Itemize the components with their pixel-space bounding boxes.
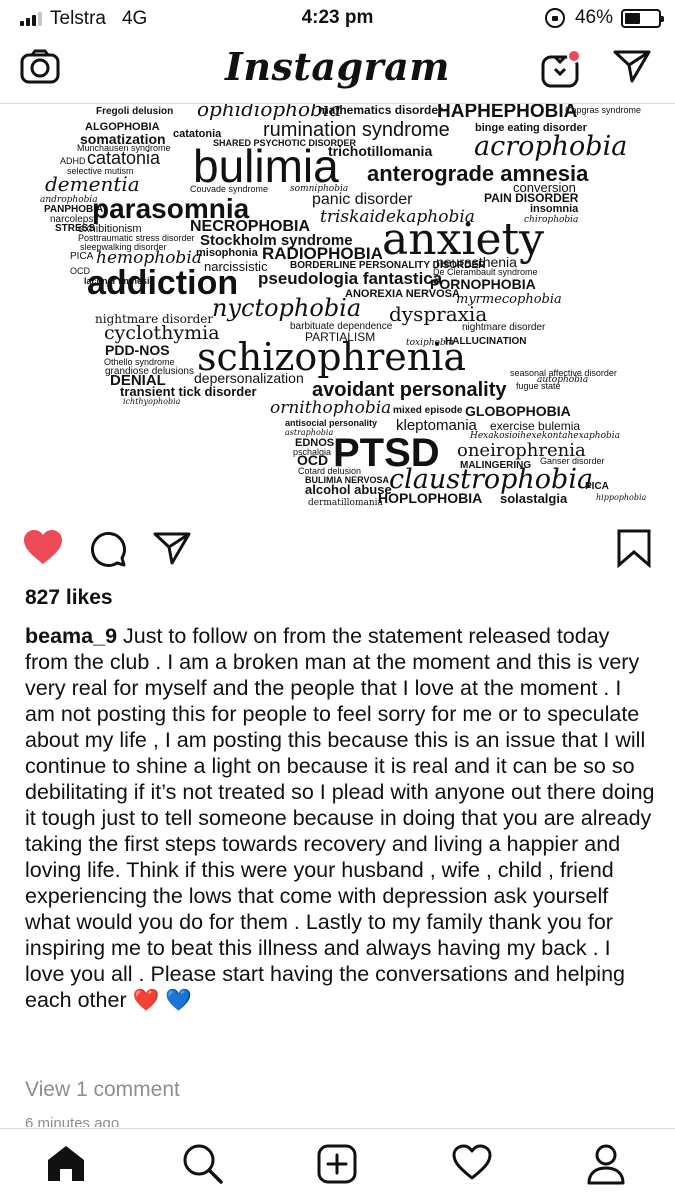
- igtv-icon[interactable]: [540, 47, 584, 94]
- top-nav: Instagram: [0, 36, 675, 104]
- status-right: 46%: [544, 7, 664, 29]
- share-icon[interactable]: [152, 530, 192, 571]
- post-caption: beama_9 Just to follow on from the state…: [25, 623, 655, 1013]
- likes-count[interactable]: 827 likes: [25, 586, 113, 610]
- bookmark-icon[interactable]: [616, 528, 652, 573]
- word-cloud-term: ornithophobia: [270, 398, 391, 418]
- word-cloud-term: pseudologia fantastica: [258, 269, 443, 288]
- word-cloud-term: Fregoli delusion: [96, 106, 173, 117]
- battery-icon: [621, 8, 664, 28]
- status-bar: Telstra 4G 4:23 pm 46%: [0, 0, 675, 36]
- word-cloud-term: PICA: [585, 481, 609, 492]
- word-cloud-term: PICA: [70, 251, 94, 262]
- view-comments-link[interactable]: View 1 comment: [25, 1078, 180, 1102]
- heart-icon[interactable]: [22, 528, 64, 571]
- word-cloud-term: fugue state: [516, 381, 561, 391]
- word-cloud-term: misophonia: [196, 247, 259, 259]
- word-cloud-term: trichotillomania: [328, 143, 432, 159]
- word-cloud-term: hippophobia: [596, 493, 647, 502]
- rotation-lock-icon: [544, 8, 565, 28]
- comment-icon[interactable]: [89, 530, 127, 573]
- post-timestamp: 6 minutes ago: [25, 1115, 120, 1127]
- word-cloud-term: nightmare disorder: [462, 322, 546, 333]
- battery-fill: [625, 12, 640, 24]
- word-cloud-term: Capgras syndrome: [565, 105, 641, 115]
- word-cloud-term: mathematics disorder: [318, 104, 443, 117]
- word-cloud-term: acrophobia: [474, 131, 627, 162]
- word-cloud-term: ichthyophobia: [123, 397, 181, 406]
- word-cloud-term: nyctophobia: [212, 294, 361, 322]
- word-cloud-term: antisocial personality: [285, 418, 377, 428]
- word-cloud-term: HAPHEPHOBIA: [437, 104, 578, 122]
- profile-icon[interactable]: [586, 1143, 626, 1190]
- word-cloud-term: lacunar amnesia: [84, 276, 156, 286]
- word-cloud-term: ADHD: [60, 156, 86, 166]
- caption-text: Just to follow on from the statement rel…: [25, 624, 655, 1012]
- word-cloud-term: panic disorder: [312, 191, 413, 208]
- new-post-icon[interactable]: [316, 1143, 358, 1190]
- direct-send-icon[interactable]: [612, 48, 652, 89]
- activity-icon[interactable]: [451, 1143, 493, 1186]
- post-actions: [0, 520, 675, 580]
- word-cloud-term: solastalgia: [500, 491, 568, 506]
- word-cloud-term: astraphobia: [285, 428, 333, 437]
- word-cloud-term: HOPLOPHOBIA: [378, 490, 482, 506]
- caption-username[interactable]: beama_9: [25, 624, 117, 648]
- battery-percent: 46%: [574, 7, 613, 28]
- word-cloud-term: ANOREXIA NERVOSA: [345, 288, 460, 300]
- word-cloud-term: catatonia: [87, 148, 161, 168]
- home-icon[interactable]: [45, 1143, 87, 1188]
- word-cloud-term: mixed episode: [393, 405, 463, 416]
- post-image[interactable]: ophidiophobia mathematics disorder HAPHEPH…: [0, 104, 675, 514]
- search-icon[interactable]: [182, 1143, 224, 1190]
- word-cloud-term: PDD-NOS: [105, 342, 170, 358]
- bottom-tab-bar: [0, 1128, 675, 1200]
- word-cloud-term: dermatillomania: [308, 498, 384, 508]
- word-cloud-term: GLOBOPHOBIA: [465, 403, 571, 419]
- word-cloud: ophidiophobiamathematics disorderHAPHEPH…: [40, 104, 647, 508]
